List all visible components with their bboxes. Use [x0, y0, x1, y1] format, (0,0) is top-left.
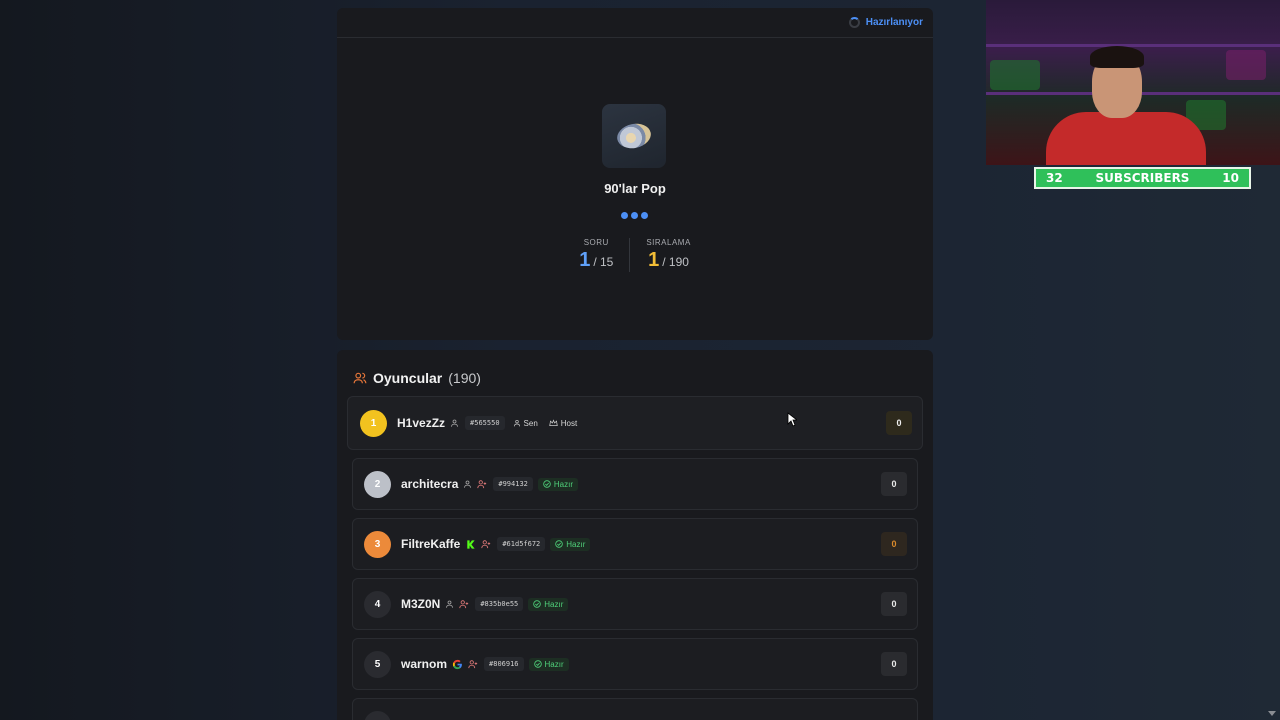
subscriber-goal-bar: 32 SUBSCRIBERS 10 [1034, 167, 1251, 189]
webcam-overlay [986, 0, 1280, 165]
question-label: SORU [583, 238, 609, 247]
player-row[interactable]: 1 H1vezZz #565550 Sen Host 0 [347, 396, 923, 450]
player-score: 0 [881, 532, 907, 556]
player-id: #61d5f672 [497, 537, 546, 551]
loading-dots-icon [621, 212, 648, 219]
loading-spinner-icon [848, 17, 860, 28]
ready-label: Hazır [544, 659, 564, 669]
ready-badge: Hazır [528, 657, 569, 671]
user-icon [450, 418, 459, 428]
rank-badge: 2 [364, 470, 391, 498]
rank-badge: 1 [360, 409, 387, 437]
check-circle-icon [533, 660, 542, 668]
cd-disc-icon [614, 120, 654, 152]
crown-icon [549, 419, 558, 426]
player-score: 0 [881, 652, 907, 676]
ready-label: Hazır [544, 599, 564, 609]
ready-badge: Hazır [550, 537, 591, 551]
subs-left: 32 [1046, 171, 1063, 185]
rank-badge [364, 710, 391, 720]
player-id: #835b0e55 [475, 597, 524, 611]
subs-right: 10 [1222, 171, 1239, 185]
ready-badge: Hazır [537, 477, 579, 491]
host-badge: Host [546, 417, 580, 430]
players-panel: Oyuncular (190) 1 H1vezZz #565550 Sen Ho… [337, 350, 933, 720]
player-name: H1vezZz [397, 416, 446, 430]
player-name: M3Z0N [401, 597, 441, 611]
player-name: warnom [401, 657, 448, 671]
player-score: 0 [881, 472, 907, 496]
rank-badge: 4 [364, 590, 391, 618]
players-count: (190) [448, 370, 481, 386]
player-row[interactable]: 5 warnom #806916 Hazır 0 [352, 638, 918, 690]
players-title: Oyuncular [373, 370, 443, 386]
streamer-body [1046, 112, 1206, 165]
user-plus-icon [477, 479, 487, 489]
rank-stat: SIRALAMA 1 / 190 [629, 238, 706, 272]
status-bar: Hazırlanıyor [337, 8, 933, 38]
status-label: Hazırlanıyor [865, 17, 923, 28]
question-total: / 15 [593, 255, 614, 269]
quiz-stats: SORU 1 / 15 SIRALAMA 1 / 190 [337, 238, 933, 272]
status-indicator: Hazırlanıyor [848, 17, 923, 28]
player-row[interactable]: 2 architecra #994132 Hazır 0 [352, 458, 918, 510]
rank-badge: 3 [364, 530, 391, 558]
player-score: 0 [881, 592, 907, 616]
you-label: Sen [523, 418, 538, 428]
player-name: FiltreKaffe [401, 537, 461, 551]
streamer-hair [1090, 46, 1144, 68]
players-header: Oyuncular (190) [353, 370, 481, 386]
question-current: 1 [579, 249, 591, 271]
player-id: #806916 [484, 657, 524, 671]
subs-label: SUBSCRIBERS [1095, 171, 1190, 185]
user-icon [463, 479, 472, 489]
user-plus-icon [481, 539, 491, 549]
ready-label: Hazır [553, 479, 574, 489]
question-stat: SORU 1 / 15 [563, 238, 629, 272]
player-row[interactable] [352, 698, 918, 720]
check-circle-icon [555, 540, 564, 548]
ready-badge: Hazır [528, 597, 569, 611]
quiz-panel: Hazırlanıyor 90'lar Pop SORU 1 / 15 SIRA… [337, 8, 933, 340]
users-icon [353, 372, 367, 384]
ready-label: Hazır [566, 539, 586, 549]
rank-label: SIRALAMA [646, 238, 691, 247]
rank-current: 1 [648, 249, 660, 271]
player-id: #565550 [465, 416, 505, 430]
check-circle-icon [533, 600, 542, 608]
user-plus-icon [459, 599, 469, 609]
rank-total: / 190 [662, 255, 689, 269]
quiz-title: 90'lar Pop [604, 181, 666, 196]
user-icon [513, 420, 520, 427]
player-row[interactable]: 3 FiltreKaffe #61d5f672 Hazır 0 [352, 518, 918, 570]
player-score: 0 [886, 411, 912, 435]
mouse-cursor-icon [787, 412, 797, 427]
user-plus-icon [468, 659, 478, 669]
google-icon [452, 659, 463, 670]
host-label: Host [560, 418, 578, 428]
rank-badge: 5 [364, 650, 391, 678]
check-circle-icon [543, 480, 551, 488]
player-row[interactable]: 4 M3Z0N #835b0e55 Hazır 0 [352, 578, 918, 630]
kick-icon [465, 538, 477, 550]
user-icon [445, 599, 454, 609]
scroll-down-arrow-icon[interactable] [1268, 711, 1276, 716]
quiz-thumbnail [602, 104, 666, 168]
you-badge: Sen [510, 417, 541, 430]
player-id: #994132 [493, 477, 533, 491]
player-name: architecra [401, 477, 459, 491]
